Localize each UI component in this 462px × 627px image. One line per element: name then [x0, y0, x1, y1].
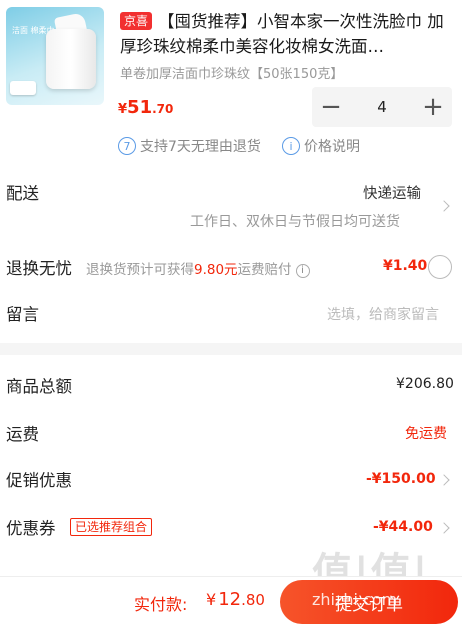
watermark-site: zhizhi.com: [312, 590, 398, 609]
pay-amount: ¥12.80: [206, 589, 265, 610]
return-desc-prefix: 退换货预计可获得: [86, 262, 194, 278]
shipping-fee-label: 运费: [6, 425, 39, 444]
return-insurance-radio[interactable]: [428, 255, 452, 279]
message-label: 留言: [6, 305, 39, 324]
quantity-stepper: − 4 +: [312, 87, 452, 127]
tissue-roll: [46, 29, 96, 89]
increase-quantity-button[interactable]: +: [414, 87, 452, 127]
coupon-tag-text: 已选推荐组合: [70, 518, 153, 536]
promotion-value: -¥150.00: [366, 471, 436, 487]
info-icon[interactable]: i: [295, 263, 310, 278]
product-title[interactable]: 京喜 【囤货推荐】小智本家一次性洗脸巾 加厚珍珠纹棉柔巾美容化妆棉女洗面…: [120, 9, 454, 59]
service-return-label: 支持7天无理由退货: [140, 139, 261, 155]
price-currency: ¥: [118, 102, 128, 117]
service-price-label: 价格说明: [304, 139, 360, 155]
coupon-tag: 已选推荐组合: [70, 516, 153, 536]
promotion-label: 促销优惠: [6, 471, 72, 490]
pay-decimal: .80: [241, 591, 265, 609]
return-insurance-price: ¥1.40: [383, 258, 428, 274]
coupon-value: -¥44.00: [373, 519, 433, 535]
tissue-sheet: [10, 81, 36, 95]
delivery-method: 快递运输: [363, 186, 421, 202]
shipping-fee-value: 免运费: [405, 426, 447, 442]
pay-label: 实付款:: [134, 595, 188, 614]
return-desc-amount: 9.80元: [194, 262, 238, 278]
return-desc-suffix: 运费赔付: [237, 262, 292, 278]
section-divider: [0, 343, 462, 355]
goods-total-label: 商品总额: [6, 377, 72, 396]
product-spec: 单卷加厚洁面巾珍珠纹【50张150克】: [120, 67, 344, 82]
chevron-right-icon: [438, 200, 450, 212]
product-price: ¥51.70: [118, 97, 173, 118]
message-input[interactable]: 选填，给商家留言: [327, 304, 439, 324]
delivery-label: 配送: [6, 184, 39, 203]
return-insurance-label: 退换无忧: [6, 259, 72, 278]
goods-total-value: ¥206.80: [396, 376, 454, 392]
chevron-right-icon: [438, 474, 450, 486]
product-title-text: 【囤货推荐】小智本家一次性洗脸巾 加厚珍珠纹棉柔巾美容化妆棉女洗面…: [120, 12, 444, 56]
seven-day-return-icon: 7: [118, 137, 136, 155]
coupon-label: 优惠券: [6, 519, 56, 538]
product-image[interactable]: 洁面 棉柔巾: [6, 7, 104, 105]
price-decimal: .70: [152, 102, 174, 116]
decrease-quantity-button[interactable]: −: [312, 87, 350, 127]
checkout-page: 洁面 棉柔巾 京喜 【囤货推荐】小智本家一次性洗脸巾 加厚珍珠纹棉柔巾美容化妆棉女…: [0, 0, 462, 627]
delivery-note: 工作日、双休日与节假日均可送货: [190, 214, 400, 230]
info-icon: i: [282, 137, 300, 155]
pay-currency: ¥: [206, 590, 217, 609]
jingxi-badge: 京喜: [120, 12, 153, 30]
product-card: 洁面 棉柔巾 京喜 【囤货推荐】小智本家一次性洗脸巾 加厚珍珠纹棉柔巾美容化妆棉女…: [0, 0, 462, 170]
price-integer: 51: [127, 97, 153, 118]
chevron-right-icon: [438, 522, 450, 534]
pay-integer: 12: [218, 589, 242, 610]
service-price-info[interactable]: i 价格说明: [282, 136, 360, 156]
quantity-value[interactable]: 4: [350, 87, 414, 127]
service-return-policy[interactable]: 7 支持7天无理由退货: [118, 136, 261, 156]
return-insurance-desc: 退换货预计可获得9.80元运费赔付 i: [86, 258, 310, 278]
